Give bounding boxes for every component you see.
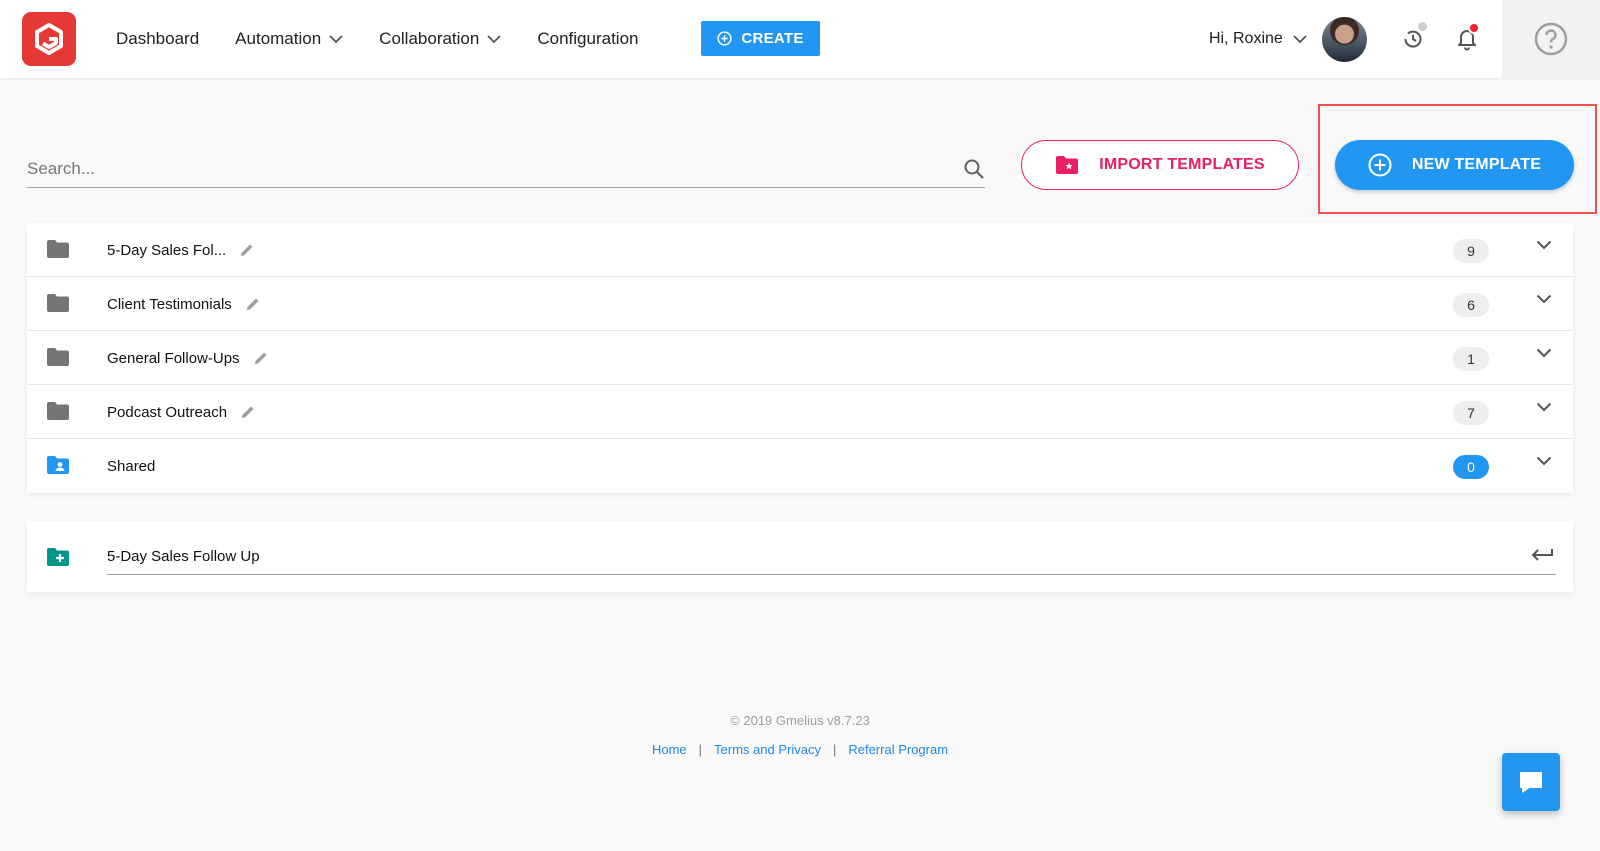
folder-name: Shared — [107, 457, 156, 475]
history-icon[interactable] — [1401, 27, 1425, 56]
plus-circle-icon — [1368, 153, 1392, 177]
plus-circle-icon — [717, 31, 732, 46]
chevron-down-icon — [329, 34, 343, 43]
folder-name: Podcast Outreach — [107, 403, 228, 421]
template-count-badge: 7 — [1453, 401, 1489, 425]
folder-row[interactable]: Client Testimonials 6 — [27, 277, 1573, 331]
chevron-down-icon — [1293, 34, 1307, 43]
enter-icon[interactable] — [1530, 547, 1554, 563]
nav-automation[interactable]: Automation — [235, 29, 343, 49]
nav-dashboard[interactable]: Dashboard — [116, 29, 199, 49]
main-nav: Dashboard Automation Collaboration Confi… — [116, 0, 674, 78]
template-count-badge: 1 — [1453, 347, 1489, 371]
user-greeting: Hi, Roxine — [1209, 30, 1283, 47]
help-icon — [1534, 22, 1568, 56]
footer-link-home[interactable]: Home — [652, 742, 687, 757]
footer-link-terms[interactable]: Terms and Privacy — [714, 742, 821, 757]
folder-row[interactable]: Podcast Outreach 7 — [27, 385, 1573, 439]
pencil-icon[interactable] — [240, 243, 254, 257]
help-button[interactable] — [1502, 0, 1600, 78]
separator: | — [698, 742, 703, 757]
chevron-down-icon[interactable] — [1536, 240, 1552, 250]
chevron-down-icon[interactable] — [1536, 294, 1552, 304]
folder-row[interactable]: 5-Day Sales Fol... 9 — [27, 223, 1573, 277]
history-indicator — [1418, 22, 1427, 31]
folder-name: 5-Day Sales Fol... — [107, 241, 227, 259]
nav-automation-label: Automation — [235, 29, 322, 48]
folder-row-shared[interactable]: Shared 0 — [27, 439, 1573, 493]
template-folder-list: 5-Day Sales Fol... 9 Client Testimonials… — [27, 223, 1573, 493]
search-input[interactable] — [27, 152, 927, 186]
nav-configuration-label: Configuration — [537, 29, 639, 48]
footer-links: Home | Terms and Privacy | Referral Prog… — [0, 742, 1600, 757]
folder-row[interactable]: General Follow-Ups 1 — [27, 331, 1573, 385]
new-folder-name-input[interactable] — [107, 539, 1487, 573]
import-templates-button[interactable]: IMPORT TEMPLATES — [1021, 140, 1299, 190]
separator: | — [832, 742, 837, 757]
pencil-icon[interactable] — [254, 351, 268, 365]
create-button[interactable]: CREATE — [701, 21, 820, 56]
chevron-down-icon — [487, 34, 501, 43]
folder-icon — [47, 294, 69, 312]
chevron-down-icon[interactable] — [1536, 456, 1552, 466]
template-count-badge: 6 — [1453, 293, 1489, 317]
search-bar — [27, 152, 985, 188]
avatar[interactable] — [1322, 17, 1367, 62]
search-icon[interactable] — [963, 158, 985, 180]
folder-icon — [47, 348, 69, 366]
template-count-badge: 9 — [1453, 239, 1489, 263]
folder-name: General Follow-Ups — [107, 349, 240, 367]
folder-icon — [47, 240, 69, 258]
nav-dashboard-label: Dashboard — [116, 29, 200, 48]
folder-star-icon — [1056, 156, 1079, 174]
new-template-label: NEW TEMPLATE — [1411, 156, 1542, 173]
user-menu[interactable]: Hi, Roxine — [1209, 0, 1307, 78]
nav-configuration[interactable]: Configuration — [537, 29, 638, 49]
nav-collaboration[interactable]: Collaboration — [379, 29, 501, 49]
gmelius-logo-icon[interactable] — [22, 12, 76, 66]
folder-name: Client Testimonials — [107, 295, 232, 313]
import-templates-label: IMPORT TEMPLATES — [1099, 156, 1265, 173]
new-template-button[interactable]: NEW TEMPLATE — [1335, 140, 1574, 190]
folder-icon — [47, 402, 69, 420]
template-count-badge: 0 — [1453, 455, 1489, 479]
copyright-text: © 2019 Gmelius v8.7.23 — [730, 713, 870, 728]
pencil-icon[interactable] — [246, 297, 260, 311]
new-folder-panel — [27, 521, 1573, 592]
top-bar: Dashboard Automation Collaboration Confi… — [0, 0, 1600, 78]
folder-plus-icon — [47, 548, 69, 566]
footer-link-referral[interactable]: Referral Program — [848, 742, 948, 757]
chat-icon — [1520, 772, 1542, 793]
chat-button[interactable] — [1502, 753, 1560, 811]
shared-folder-icon — [47, 456, 69, 474]
notification-badge — [1468, 22, 1480, 34]
nav-collaboration-label: Collaboration — [379, 29, 480, 48]
create-button-label: CREATE — [741, 30, 804, 47]
chevron-down-icon[interactable] — [1536, 348, 1552, 358]
chevron-down-icon[interactable] — [1536, 402, 1552, 412]
pencil-icon[interactable] — [241, 405, 255, 419]
